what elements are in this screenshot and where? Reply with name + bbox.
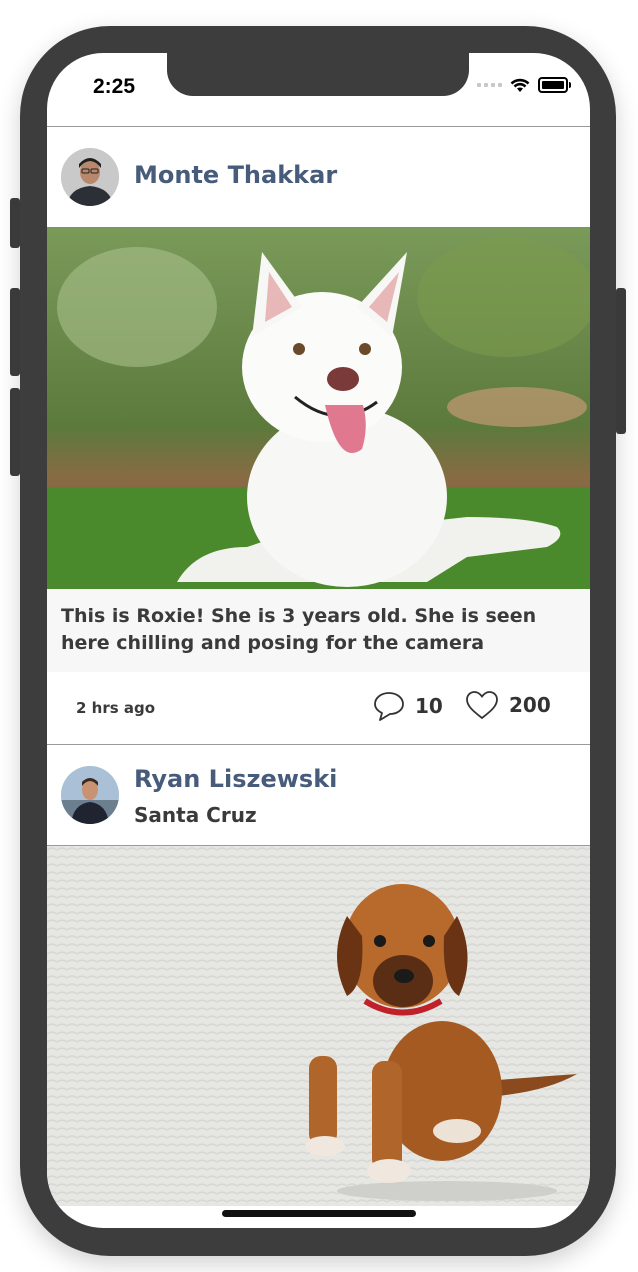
like-button[interactable]: 200 [465, 690, 551, 720]
puppy-photo [47, 846, 590, 1206]
home-indicator[interactable] [222, 1210, 416, 1217]
volume-down-button [10, 388, 20, 476]
avatar[interactable] [61, 148, 119, 206]
post-photo[interactable] [47, 846, 590, 1206]
post-header: Ryan Liszewski Santa Cruz [47, 745, 590, 845]
dog-photo [47, 227, 590, 589]
status-time: 2:25 [93, 75, 136, 98]
avatar[interactable] [61, 766, 119, 824]
post-header: Monte Thakkar [47, 127, 590, 227]
comment-button[interactable]: 10 [373, 690, 443, 722]
feed[interactable]: Monte Thakkar This is Roxie! She is 3 ye… [47, 126, 590, 1206]
like-count: 200 [509, 693, 551, 717]
post-card: Ryan Liszewski Santa Cruz [47, 745, 590, 1206]
volume-up-button [10, 288, 20, 376]
comment-icon [374, 692, 404, 721]
notch [167, 53, 469, 96]
author-name[interactable]: Monte Thakkar [134, 161, 337, 189]
power-button [616, 288, 626, 434]
battery-icon [538, 77, 571, 93]
screen: 2:25 Monte Thakkar This is Roxie! She is… [47, 53, 590, 1228]
author-name[interactable]: Ryan Liszewski [134, 765, 337, 793]
post-footer: 2 hrs ago 10 200 [47, 672, 590, 744]
avatar-image [61, 766, 119, 824]
post-caption: This is Roxie! She is 3 years old. She i… [47, 589, 590, 672]
wifi-icon [510, 78, 530, 92]
post-location[interactable]: Santa Cruz [134, 803, 257, 827]
avatar-image [61, 148, 119, 206]
heart-icon [466, 691, 498, 720]
status-icons [477, 77, 571, 93]
cellular-signal-icon [477, 83, 502, 87]
post-photo[interactable] [47, 227, 590, 589]
mute-switch [10, 198, 20, 248]
post-card: Monte Thakkar This is Roxie! She is 3 ye… [47, 127, 590, 744]
post-timestamp: 2 hrs ago [76, 699, 156, 717]
comment-count: 10 [415, 694, 443, 718]
